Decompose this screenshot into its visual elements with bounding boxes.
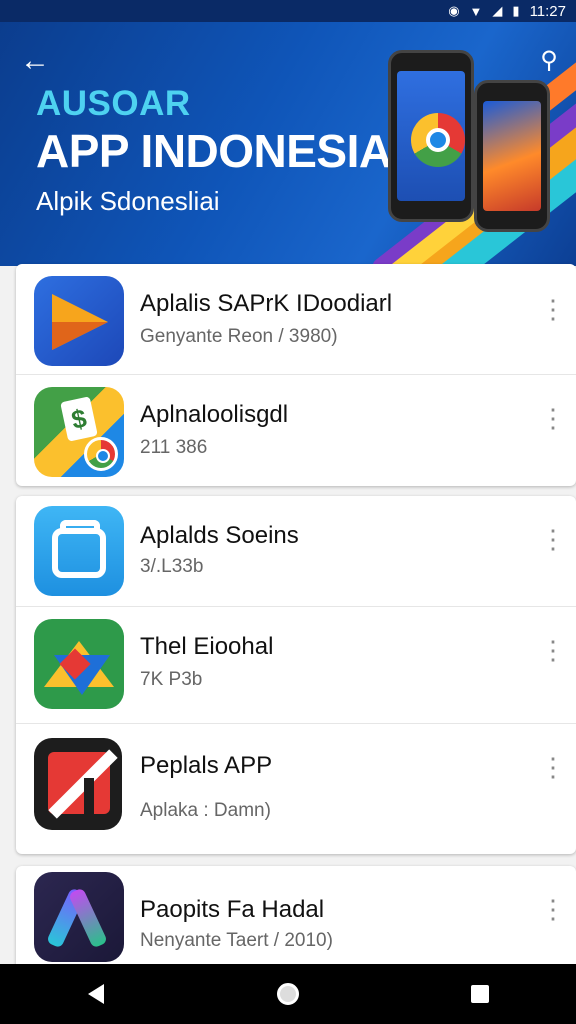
- signal-icon: ◢: [492, 3, 503, 18]
- phone-screen: [483, 101, 541, 211]
- app-meta: Aplaka : Damn): [140, 800, 271, 821]
- more-vert-icon[interactable]: ⋮: [540, 522, 566, 556]
- frame-shape: [52, 528, 106, 578]
- status-bar: ◉ ▼ ◢ ▮ 11:27: [0, 0, 576, 22]
- app-meta: 7K P3b: [140, 669, 203, 690]
- app-list-item[interactable]: Aplalds Soeins 3/.L33b ⋮: [16, 496, 576, 606]
- app-name: Aplalis SAPrK IDoodiarl: [140, 290, 393, 317]
- chrome-logo-icon: [411, 113, 465, 167]
- chrome-logo-icon: [84, 437, 118, 471]
- app-list-card: Paopits Fa Hadal Nenyante Taert / 2010) …: [16, 866, 576, 976]
- app-list-item[interactable]: $ Aplnaloolisgdl 211 386 ⋮: [16, 375, 576, 486]
- app-name: Paopits Fa Hadal: [140, 896, 325, 923]
- nav-recents-button[interactable]: [460, 974, 500, 1014]
- battery-icon: ▮: [512, 3, 520, 18]
- app-list-card: Aplalds Soeins 3/.L33b ⋮ Thel Eioohal 7K…: [16, 496, 576, 854]
- bar-shape: [84, 778, 94, 814]
- navigation-bar: [0, 964, 576, 1024]
- home-circle-icon: [277, 983, 299, 1005]
- header-title: APP INDONESIA: [36, 125, 392, 177]
- app-list-item[interactable]: Thel Eioohal 7K P3b ⋮: [16, 607, 576, 723]
- phone-screen: [397, 71, 465, 201]
- purple-a-icon: [34, 872, 124, 962]
- wifi-icon: ▼: [469, 3, 483, 19]
- app-name: Aplnaloolisgdl: [140, 401, 289, 428]
- app-list-item[interactable]: Paopits Fa Hadal Nenyante Taert / 2010) …: [16, 866, 576, 976]
- header-kicker: AUSOAR: [36, 84, 191, 123]
- app-meta: 3/.L33b: [140, 556, 204, 577]
- nav-back-button[interactable]: [76, 974, 116, 1014]
- back-arrow-icon[interactable]: ←: [20, 44, 54, 78]
- play-triangle-icon: [34, 276, 124, 366]
- more-vert-icon[interactable]: ⋮: [540, 750, 566, 784]
- location-icon: ◉: [448, 3, 460, 18]
- app-list-item[interactable]: Aplalis SAPrK IDoodiarl Genyante Reon / …: [16, 264, 576, 374]
- header-subtitle: Alpik Sdonesliai: [36, 186, 220, 216]
- app-name: Peplals APP: [140, 752, 273, 779]
- nav-home-button[interactable]: [268, 974, 308, 1014]
- phone-illustration: [474, 80, 550, 232]
- back-triangle-icon: [88, 984, 104, 1004]
- search-icon[interactable]: ⚲: [532, 44, 566, 78]
- app-meta: Nenyante Taert / 2010): [140, 930, 333, 951]
- maps-dollar-icon: $: [34, 387, 124, 477]
- header-banner: ← ⚲ AUSOAR APP INDONESIA Alpik Sdoneslia…: [0, 0, 576, 266]
- more-vert-icon[interactable]: ⋮: [540, 401, 566, 435]
- app-list-card: Aplalis SAPrK IDoodiarl Genyante Reon / …: [16, 264, 576, 486]
- recents-square-icon: [471, 985, 489, 1003]
- more-vert-icon[interactable]: ⋮: [540, 292, 566, 326]
- dollar-icon: $: [60, 396, 98, 442]
- more-vert-icon[interactable]: ⋮: [540, 892, 566, 926]
- red-slash-icon: [34, 738, 122, 830]
- app-list-item[interactable]: Peplals APP Aplaka : Damn) ⋮: [16, 724, 576, 854]
- more-vert-icon[interactable]: ⋮: [540, 633, 566, 667]
- drive-triangle-icon: [34, 619, 124, 709]
- phone-illustration: [388, 50, 474, 222]
- triangle-shape: [52, 322, 108, 350]
- status-time: 11:27: [529, 2, 566, 20]
- frame-window-icon: [34, 506, 124, 596]
- app-meta: Genyante Reon / 3980): [140, 326, 338, 347]
- app-name: Aplalds Soeins: [140, 522, 299, 549]
- app-meta: 211 386: [140, 437, 208, 458]
- app-name: Thel Eioohal: [140, 633, 274, 660]
